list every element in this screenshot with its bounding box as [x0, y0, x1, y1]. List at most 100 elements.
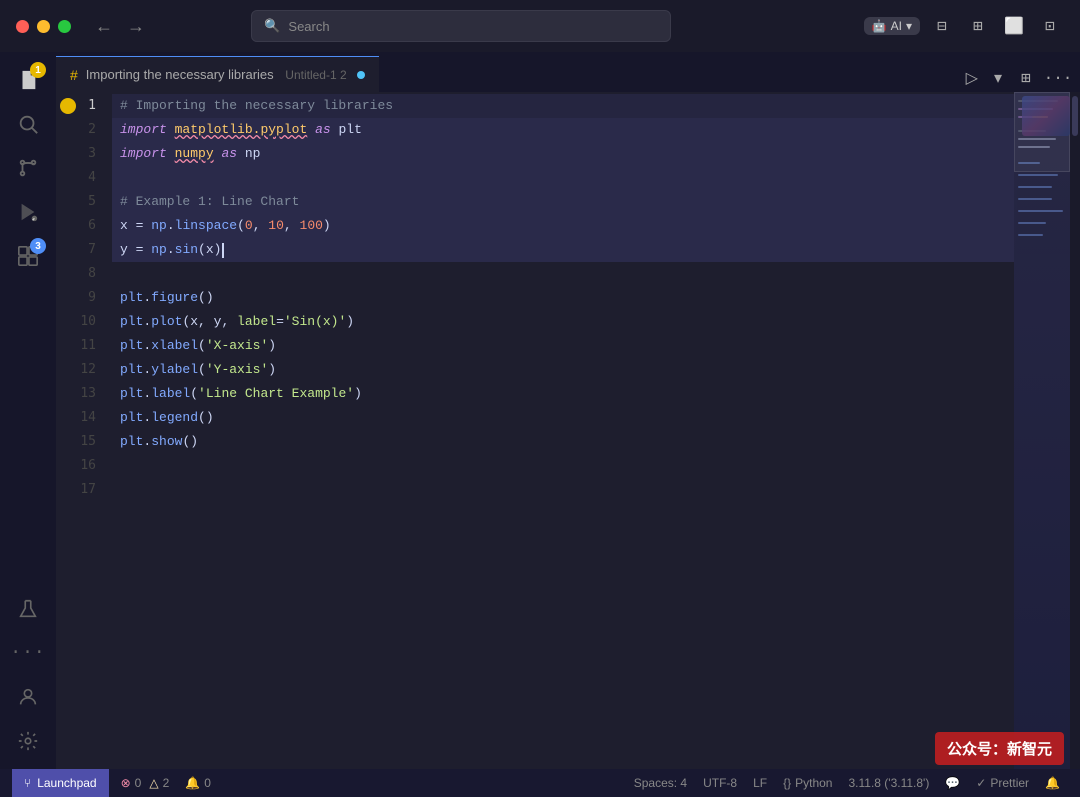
status-language[interactable]: {} Python: [775, 776, 840, 790]
status-spaces[interactable]: Spaces: 4: [626, 776, 695, 790]
sidebar-item-flask[interactable]: [8, 589, 48, 629]
run-button[interactable]: ▷: [960, 66, 984, 90]
line-number-6: 6: [56, 214, 112, 238]
token-plain: (: [237, 214, 245, 238]
wechat-icon: 💬: [945, 776, 960, 790]
code-line-13: plt.label('Line Chart Example'): [112, 382, 1014, 406]
active-tab[interactable]: # Importing the necessary libraries Unti…: [56, 56, 379, 92]
vertical-scrollbar[interactable]: [1070, 92, 1080, 769]
close-button[interactable]: [16, 20, 29, 33]
token-keyword: as: [315, 118, 331, 142]
token-string: 'X-axis': [206, 334, 268, 358]
code-content[interactable]: # Importing the necessary librariesimpor…: [112, 92, 1014, 769]
status-notifications[interactable]: 🔔 0: [177, 769, 219, 797]
sidebar-item-explorer[interactable]: 1: [8, 60, 48, 100]
token-plain: ): [354, 382, 362, 406]
checkmark-icon: ✓: [976, 776, 986, 790]
errors-count: 0: [135, 776, 142, 790]
code-line-5: # Example 1: Line Chart: [112, 190, 1014, 214]
ai-assistant-button[interactable]: 🤖 AI ▾: [864, 17, 920, 35]
token-number: 10: [268, 214, 284, 238]
token-comment: # Importing the necessary libraries: [120, 94, 393, 118]
sidebar-item-run[interactable]: [8, 192, 48, 232]
maximize-button[interactable]: [58, 20, 71, 33]
sidebar-item-source-control[interactable]: [8, 148, 48, 188]
more-actions-button[interactable]: ···: [1044, 64, 1072, 92]
sidebar-item-settings[interactable]: [8, 721, 48, 761]
status-prettier[interactable]: ✓ Prettier: [968, 776, 1037, 790]
spaces-label: Spaces: 4: [634, 776, 687, 790]
line-number-14: 14: [56, 406, 112, 430]
token-var: plt: [338, 118, 361, 142]
token-plain: .: [167, 214, 175, 238]
token-builtin: plt: [120, 406, 143, 430]
chevron-down-icon: ▾: [906, 19, 912, 33]
token-keyword: import: [120, 118, 167, 142]
search-bar[interactable]: 🔍 Search: [251, 10, 671, 42]
status-bell[interactable]: 🔔: [1037, 776, 1068, 790]
line-number-5: 5: [56, 190, 112, 214]
back-button[interactable]: ←: [91, 14, 117, 39]
status-encoding[interactable]: UTF-8: [695, 776, 745, 790]
token-plain: (): [198, 286, 214, 310]
token-number: 100: [300, 214, 323, 238]
minimize-button[interactable]: [37, 20, 50, 33]
watermark: 公众号：新智元: [935, 732, 1064, 765]
token-plain: [237, 142, 245, 166]
scrollbar-thumb[interactable]: [1072, 96, 1078, 136]
bell-icon: 🔔: [1045, 776, 1060, 790]
token-builtin: np: [151, 238, 167, 262]
minimap[interactable]: [1014, 92, 1070, 769]
token-string: 'Sin(x)': [284, 310, 346, 334]
customize-icon[interactable]: ⊡: [1036, 12, 1064, 40]
status-bar: ⑂ Launchpad ⊗ 0 △ 2 🔔 0 Spaces: 4 UTF-8 …: [0, 769, 1080, 797]
token-method: linspace: [175, 214, 237, 238]
code-line-16: [112, 454, 1014, 478]
token-string: 'Line Chart Example': [198, 382, 354, 406]
code-line-3: import numpy as np: [112, 142, 1014, 166]
status-branch[interactable]: ⑂ Launchpad: [12, 769, 109, 797]
unsaved-indicator: [357, 71, 365, 79]
prettier-label: Prettier: [990, 776, 1029, 790]
line-number-8: 8: [56, 262, 112, 286]
code-line-10: plt.plot(x, y, label='Sin(x)'): [112, 310, 1014, 334]
bookmark-1: [60, 98, 76, 114]
layout-icon[interactable]: ⊟: [928, 12, 956, 40]
line-number-11: 11: [56, 334, 112, 358]
titlebar-right: 🤖 AI ▾ ⊟ ⊞ ⬜ ⊡: [864, 12, 1064, 40]
code-editor: 1234567891011121314151617 # Importing th…: [56, 92, 1080, 769]
sidebar-item-search[interactable]: [8, 104, 48, 144]
token-builtin: plt: [120, 382, 143, 406]
language-label: Python: [795, 776, 832, 790]
token-plain: (x, y,: [182, 310, 237, 334]
sidebar-item-more[interactable]: ···: [8, 633, 48, 673]
token-method: figure: [151, 286, 198, 310]
line-number-17: 17: [56, 478, 112, 502]
sidebar-item-account[interactable]: [8, 677, 48, 717]
token-plain: (): [198, 406, 214, 430]
token-method: label: [151, 382, 190, 406]
status-errors[interactable]: ⊗ 0 △ 2: [113, 769, 178, 797]
token-plain: .: [143, 334, 151, 358]
panel-icon[interactable]: ⬜: [1000, 12, 1028, 40]
token-plain: ): [346, 310, 354, 334]
token-builtin: np: [151, 214, 167, 238]
status-python-version[interactable]: 3.11.8 ('3.11.8'): [840, 776, 937, 790]
forward-button[interactable]: →: [123, 14, 149, 39]
code-line-7: y = np.sin(x): [112, 238, 1014, 262]
sidebar-item-extensions[interactable]: 3: [8, 236, 48, 276]
token-plain: .: [143, 358, 151, 382]
titlebar: ← → 🔍 Search 🤖 AI ▾ ⊟ ⊞ ⬜ ⊡: [0, 0, 1080, 52]
status-eol[interactable]: LF: [745, 776, 775, 790]
tab-icon: #: [70, 67, 78, 83]
run-dropdown[interactable]: ▾: [988, 66, 1008, 90]
line-number-9: 9: [56, 286, 112, 310]
split-editor-icon[interactable]: ⊞: [964, 12, 992, 40]
token-plain: .: [143, 406, 151, 430]
explorer-badge: 1: [30, 62, 46, 78]
line-number-15: 15: [56, 430, 112, 454]
token-keyword: as: [221, 142, 237, 166]
token-plain: [307, 118, 315, 142]
split-view-button[interactable]: ⊞: [1012, 64, 1040, 92]
main-container: 1 3 ··· #: [0, 52, 1080, 769]
